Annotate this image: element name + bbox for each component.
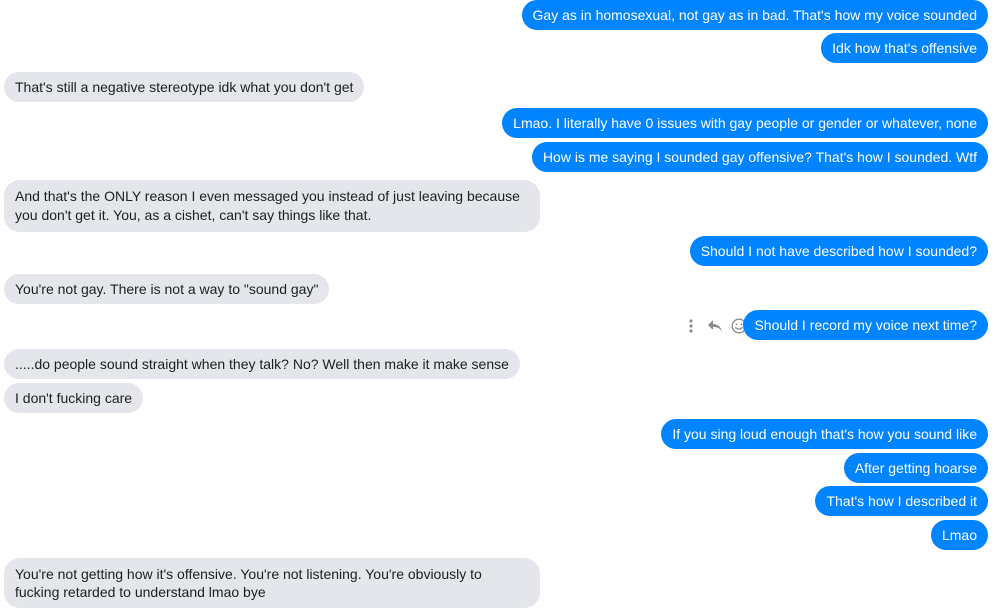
- reply-icon[interactable]: [707, 318, 723, 334]
- message-bubble-outgoing[interactable]: Lmao. I literally have 0 issues with gay…: [502, 108, 988, 138]
- message-bubble-outgoing[interactable]: Should I not have described how I sounde…: [689, 236, 988, 266]
- message-bubble-incoming[interactable]: .....do people sound straight when they …: [4, 349, 520, 379]
- message-bubble-incoming[interactable]: You're not getting how it's offensive. Y…: [4, 558, 540, 608]
- message-bubble-outgoing[interactable]: That's how I described it: [815, 486, 988, 516]
- message-bubble-outgoing[interactable]: After getting hoarse: [843, 453, 988, 483]
- message-bubble-incoming[interactable]: And that's the ONLY reason I even messag…: [4, 180, 540, 232]
- more-options-icon[interactable]: [683, 318, 699, 334]
- message-bubble-incoming[interactable]: I don't fucking care: [4, 383, 144, 413]
- message-thread: Gay as in homosexual, not gay as in bad.…: [0, 0, 1000, 608]
- message-hover-actions: [683, 316, 747, 336]
- message-bubble-outgoing[interactable]: How is me saying I sounded gay offensive…: [531, 142, 988, 172]
- message-bubble-outgoing[interactable]: Gay as in homosexual, not gay as in bad.…: [521, 0, 988, 30]
- message-bubble-incoming[interactable]: You're not gay. There is not a way to "s…: [4, 274, 330, 304]
- message-bubble-outgoing[interactable]: Idk how that's offensive: [821, 33, 988, 63]
- message-bubble-outgoing[interactable]: Should I record my voice next time?: [743, 310, 988, 340]
- message-bubble-incoming[interactable]: That's still a negative stereotype idk w…: [4, 72, 365, 102]
- message-bubble-outgoing[interactable]: If you sing loud enough that's how you s…: [661, 419, 988, 449]
- message-bubble-outgoing[interactable]: Lmao: [930, 520, 988, 550]
